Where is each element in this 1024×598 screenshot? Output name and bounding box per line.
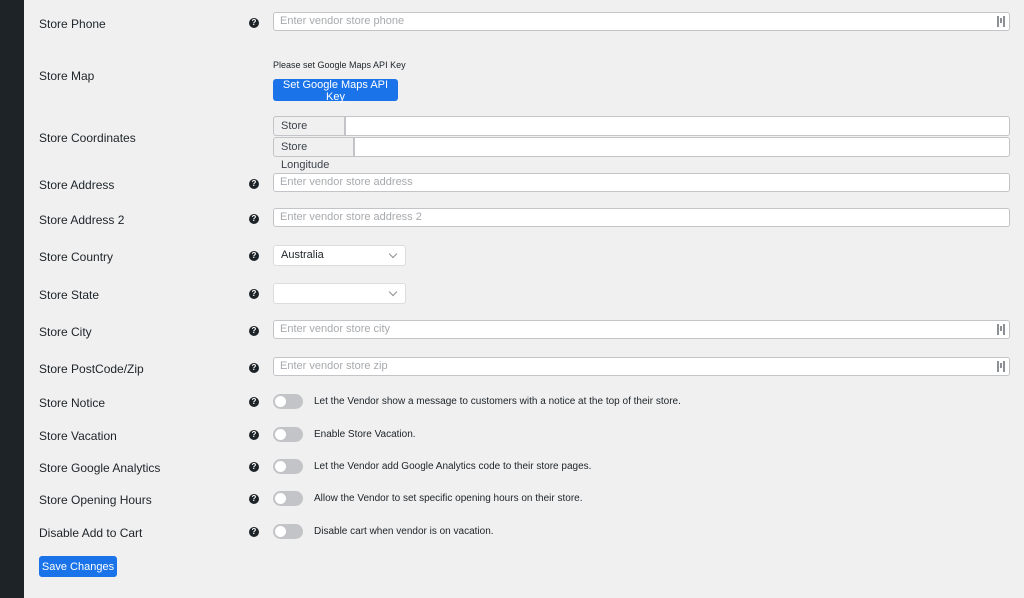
store-state-label: Store State xyxy=(39,288,100,302)
store-map-note: Please set Google Maps API Key xyxy=(273,60,406,70)
store-vacation-text: Enable Store Vacation. xyxy=(314,429,416,440)
help-icon[interactable]: ? xyxy=(249,214,259,224)
store-country-label: Store Country xyxy=(39,250,114,264)
store-country-select[interactable]: Australia xyxy=(273,245,406,266)
disable-add-to-cart-label: Disable Add to Cart xyxy=(39,526,143,540)
chevron-down-icon xyxy=(388,249,398,259)
disable-add-to-cart-toggle[interactable] xyxy=(273,524,303,539)
store-address-2-placeholder: Enter vendor store address 2 xyxy=(280,211,422,223)
store-phone-label: Store Phone xyxy=(39,17,106,31)
autofill-icon[interactable] xyxy=(997,361,1005,372)
admin-sidebar xyxy=(0,0,24,598)
store-address-placeholder: Enter vendor store address xyxy=(280,176,413,188)
autofill-icon[interactable] xyxy=(997,16,1005,27)
latitude-label: Store Latitude xyxy=(273,116,345,150)
store-map-label: Store Map xyxy=(39,69,95,83)
store-address-label: Store Address xyxy=(39,178,115,192)
store-opening-hours-label: Store Opening Hours xyxy=(39,493,152,507)
store-notice-label: Store Notice xyxy=(39,396,106,410)
help-icon[interactable]: ? xyxy=(249,289,259,299)
store-zip-placeholder: Enter vendor store zip xyxy=(280,360,388,372)
store-city-input[interactable]: Enter vendor store city xyxy=(273,320,1010,339)
store-vacation-label: Store Vacation xyxy=(39,429,117,443)
store-google-analytics-toggle[interactable] xyxy=(273,459,303,474)
store-vacation-toggle[interactable] xyxy=(273,427,303,442)
help-icon[interactable]: ? xyxy=(249,363,259,373)
store-country-value: Australia xyxy=(281,249,324,261)
disable-add-to-cart-text: Disable cart when vendor is on vacation. xyxy=(314,526,494,537)
save-changes-button[interactable]: Save Changes xyxy=(39,556,117,577)
store-google-analytics-text: Let the Vendor add Google Analytics code… xyxy=(314,461,592,472)
chevron-down-icon xyxy=(388,287,398,297)
longitude-group: Store Longitude xyxy=(273,137,1010,171)
help-icon[interactable]: ? xyxy=(249,251,259,261)
store-address-input[interactable]: Enter vendor store address xyxy=(273,173,1010,192)
longitude-input[interactable] xyxy=(354,137,1010,157)
store-zip-input[interactable]: Enter vendor store zip xyxy=(273,357,1010,376)
store-opening-hours-toggle[interactable] xyxy=(273,491,303,506)
store-city-placeholder: Enter vendor store city xyxy=(280,323,391,335)
store-city-label: Store City xyxy=(39,325,92,339)
store-zip-label: Store PostCode/Zip xyxy=(39,362,144,376)
store-opening-hours-text: Allow the Vendor to set specific opening… xyxy=(314,493,583,504)
help-icon[interactable]: ? xyxy=(249,462,259,472)
help-icon[interactable]: ? xyxy=(249,430,259,440)
store-phone-placeholder: Enter vendor store phone xyxy=(280,15,405,27)
store-notice-toggle[interactable] xyxy=(273,394,303,409)
store-google-analytics-label: Store Google Analytics xyxy=(39,461,161,475)
autofill-icon[interactable] xyxy=(997,324,1005,335)
store-address-2-label: Store Address 2 xyxy=(39,213,125,227)
latitude-input[interactable] xyxy=(345,116,1010,136)
help-icon[interactable]: ? xyxy=(249,326,259,336)
help-icon[interactable]: ? xyxy=(249,179,259,189)
store-notice-text: Let the Vendor show a message to custome… xyxy=(314,396,681,407)
latitude-group: Store Latitude xyxy=(273,116,1010,150)
longitude-label: Store Longitude xyxy=(273,137,354,171)
store-coordinates-label: Store Coordinates xyxy=(39,131,136,145)
help-icon[interactable]: ? xyxy=(249,18,259,28)
store-address-2-input[interactable]: Enter vendor store address 2 xyxy=(273,208,1010,227)
store-phone-input[interactable]: Enter vendor store phone xyxy=(273,12,1010,31)
settings-form: Store Phone ? Enter vendor store phone S… xyxy=(24,0,1024,598)
help-icon[interactable]: ? xyxy=(249,527,259,537)
set-google-maps-api-key-button[interactable]: Set Google Maps API Key xyxy=(273,79,398,103)
help-icon[interactable]: ? xyxy=(249,397,259,407)
store-state-select[interactable] xyxy=(273,283,406,304)
help-icon[interactable]: ? xyxy=(249,494,259,504)
